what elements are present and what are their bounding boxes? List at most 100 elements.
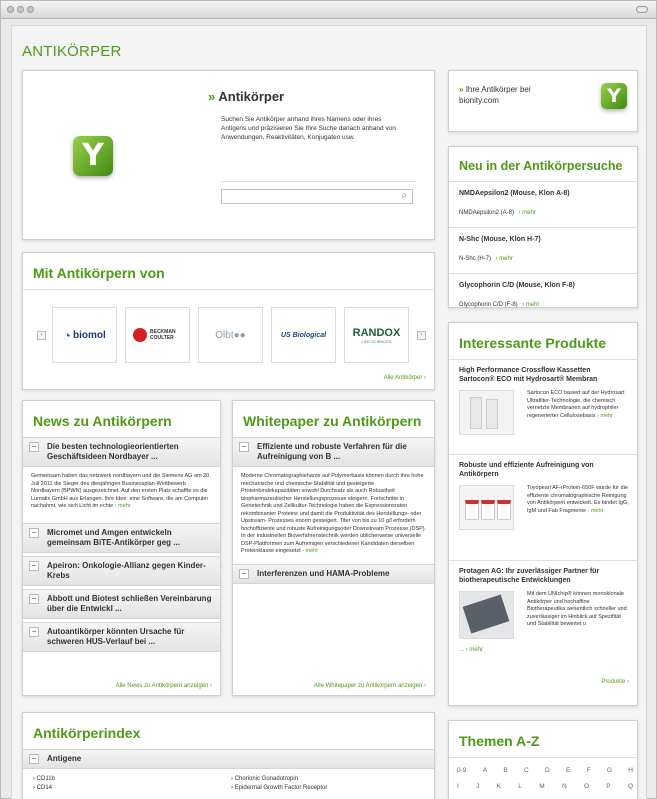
collapse-icon[interactable]: −	[29, 754, 39, 764]
antibody-logo-icon: Y	[73, 136, 113, 176]
product-item[interactable]: High Performance Crossflow Kassetten Sar…	[449, 366, 637, 454]
product-image[interactable]	[459, 591, 514, 639]
az-row-2: I J K L M N O P Q	[457, 783, 633, 790]
news-item-expanded[interactable]: − Die besten technologieorientierten Gesc…	[23, 437, 220, 467]
more-link[interactable]: › mehr	[588, 508, 604, 514]
az-link[interactable]: D	[545, 767, 550, 774]
whitepaper-item-expanded[interactable]: − Effiziente und robuste Verfahren für di…	[233, 437, 434, 467]
all-whitepaper-link[interactable]: Alle Whitepaper zu Antikörpern anzeigen …	[314, 683, 426, 689]
news-box: News zu Antikörpern − Die besten technolo…	[22, 400, 221, 696]
index-link[interactable]: › CD11b	[33, 775, 55, 784]
az-link[interactable]: C	[524, 767, 529, 774]
az-link[interactable]: 0-9	[457, 767, 466, 774]
az-link[interactable]: L	[518, 783, 522, 790]
az-link[interactable]: O	[584, 783, 589, 790]
az-link[interactable]: A	[483, 767, 487, 774]
az-link[interactable]: P	[606, 783, 610, 790]
az-link[interactable]: E	[566, 767, 570, 774]
more-link[interactable]: › mehr	[518, 210, 535, 216]
more-link[interactable]: › mehr	[302, 548, 318, 554]
browser-window: ANTIKÖRPER Y » Antikörper Suchen Sie Ant…	[0, 0, 657, 799]
product-text: Toyopearl AF-rProtein-650F wurde für die…	[527, 485, 629, 514]
expand-icon[interactable]: −	[29, 593, 39, 604]
carousel-prev-button[interactable]: ‹	[37, 331, 46, 340]
index-link[interactable]: › Chorionic Gonadotropin	[231, 775, 327, 784]
index-link[interactable]: › Epidermal Growth Factor Receptor	[231, 784, 327, 793]
az-link[interactable]: B	[503, 767, 507, 774]
bionity-box[interactable]: » Ihre Antikörper bei bionity.com Y	[448, 70, 638, 132]
divider	[221, 181, 416, 182]
product-title[interactable]: Protagen AG: Ihr zuverlässiger Partner f…	[459, 567, 627, 585]
more-link[interactable]: › mehr	[597, 413, 613, 419]
az-link[interactable]: H	[628, 767, 633, 774]
list-item[interactable]: N-Shc (Mouse, Klon H-7) N-Shc (H-7) › me…	[449, 228, 637, 274]
hero-heading: » Antikörper	[208, 89, 284, 104]
index-section-header[interactable]: − Antigene	[23, 749, 434, 769]
search-input[interactable]: ⌕	[221, 189, 413, 204]
more-link[interactable]: ... › mehr	[459, 647, 483, 653]
hero-title: Antikörper	[218, 89, 285, 104]
az-link[interactable]: J	[476, 783, 479, 790]
close-window-icon[interactable]	[7, 6, 14, 13]
whitepaper-item[interactable]: − Interferenzen und HAMA-Probleme	[233, 563, 434, 584]
more-link[interactable]: › mehr	[495, 256, 512, 262]
az-link[interactable]: K	[497, 783, 501, 790]
collapse-icon[interactable]: −	[29, 442, 39, 452]
az-link[interactable]: G	[607, 767, 612, 774]
product-item[interactable]: Protagen AG: Ihr zuverlässiger Partner f…	[449, 560, 637, 680]
brand-logo-usbiological[interactable]: US Biological	[271, 307, 336, 363]
more-link[interactable]: › mehr	[522, 302, 539, 308]
bionity-text: » Ihre Antikörper bei bionity.com	[459, 84, 569, 106]
neu-item-title[interactable]: N-Shc (Mouse, Klon H-7)	[459, 236, 627, 243]
neu-item-sub: Glycophorin C/D (F-8)	[459, 302, 518, 308]
neu-title: Neu in der Antikörpersuche	[449, 147, 637, 182]
all-antibodies-link[interactable]: Alle Antikörper ›	[384, 375, 426, 381]
news-item[interactable]: − Autoantikörper könnten Ursache für schw…	[23, 621, 220, 652]
more-link[interactable]: › mehr	[115, 503, 131, 509]
brand-logo-randox[interactable]: RANDOX LIFE SCIENCES	[344, 307, 409, 363]
beckman-icon	[133, 328, 147, 342]
neu-item-title[interactable]: NMDAepsilon2 (Mouse, Klon A-8)	[459, 190, 627, 197]
news-title: News zu Antikörpern	[33, 413, 172, 429]
expand-icon[interactable]: −	[29, 527, 39, 538]
product-title[interactable]: High Performance Crossflow Kassetten Sar…	[459, 366, 627, 384]
expand-icon[interactable]: −	[239, 568, 249, 579]
news-item[interactable]: − Abbott und Biotest schließen Vereinbaru…	[23, 588, 220, 619]
az-link[interactable]: F	[587, 767, 591, 774]
whitepaper-body: Moderne Chromatographieharze auf Polymer…	[241, 473, 427, 554]
brand-logo-biomol[interactable]: ◔ biomol	[52, 307, 117, 363]
list-item[interactable]: NMDAepsilon2 (Mouse, Klon A-8) NMDAepsil…	[449, 182, 637, 228]
product-title[interactable]: Robuste und effiziente Aufreinigung von …	[459, 461, 627, 479]
chevron-right-icon: »	[208, 89, 216, 104]
zoom-window-icon[interactable]	[27, 6, 34, 13]
brand-logo-olbt[interactable]: Olbt●●	[198, 307, 263, 363]
product-image[interactable]	[459, 485, 514, 530]
all-news-link[interactable]: Alle News zu Antikörpern anzeigen ›	[116, 683, 212, 689]
news-item[interactable]: − Apeiron: Onkologie-Allianz gegen Kinder…	[23, 555, 220, 586]
az-link[interactable]: I	[457, 783, 459, 790]
toolbar-toggle-icon[interactable]	[636, 6, 648, 13]
az-link[interactable]: N	[562, 783, 567, 790]
neu-item-title[interactable]: Glycophorin C/D (Mouse, Klon F-8)	[459, 282, 627, 289]
expand-icon[interactable]: −	[29, 626, 39, 637]
expand-icon[interactable]: −	[29, 560, 39, 571]
index-link[interactable]: › CD14	[33, 784, 55, 793]
brand-logo-beckman[interactable]: BECKMAN COULTER	[125, 307, 190, 363]
search-icon[interactable]: ⌕	[401, 190, 407, 201]
az-link[interactable]: Q	[628, 783, 633, 790]
neu-item-sub: NMDAepsilon2 (A-8)	[459, 210, 515, 216]
products-all-link[interactable]: Produkte ›	[601, 679, 629, 685]
themen-box: Themen A-Z 0-9 A B C D E F G H I J K L M…	[448, 720, 638, 799]
news-item[interactable]: − Micromet und Amgen entwickeln gemeinsam…	[23, 522, 220, 553]
product-item[interactable]: Robuste und effiziente Aufreinigung von …	[449, 454, 637, 560]
bionity-label: Ihre Antikörper bei bionity.com	[459, 85, 531, 105]
news-body: Gemeinsam haben das netzwerk nordbayern …	[31, 473, 211, 509]
product-image[interactable]	[459, 390, 514, 435]
themen-title: Themen A-Z	[449, 721, 637, 758]
neu-box: Neu in der Antikörpersuche NMDAepsilon2 …	[448, 146, 638, 308]
carousel-next-button[interactable]: ›	[417, 331, 426, 340]
list-item[interactable]: Glycophorin C/D (Mouse, Klon F-8) Glycop…	[449, 274, 637, 319]
minimize-window-icon[interactable]	[17, 6, 24, 13]
az-link[interactable]: M	[539, 783, 544, 790]
collapse-icon[interactable]: −	[239, 442, 249, 452]
